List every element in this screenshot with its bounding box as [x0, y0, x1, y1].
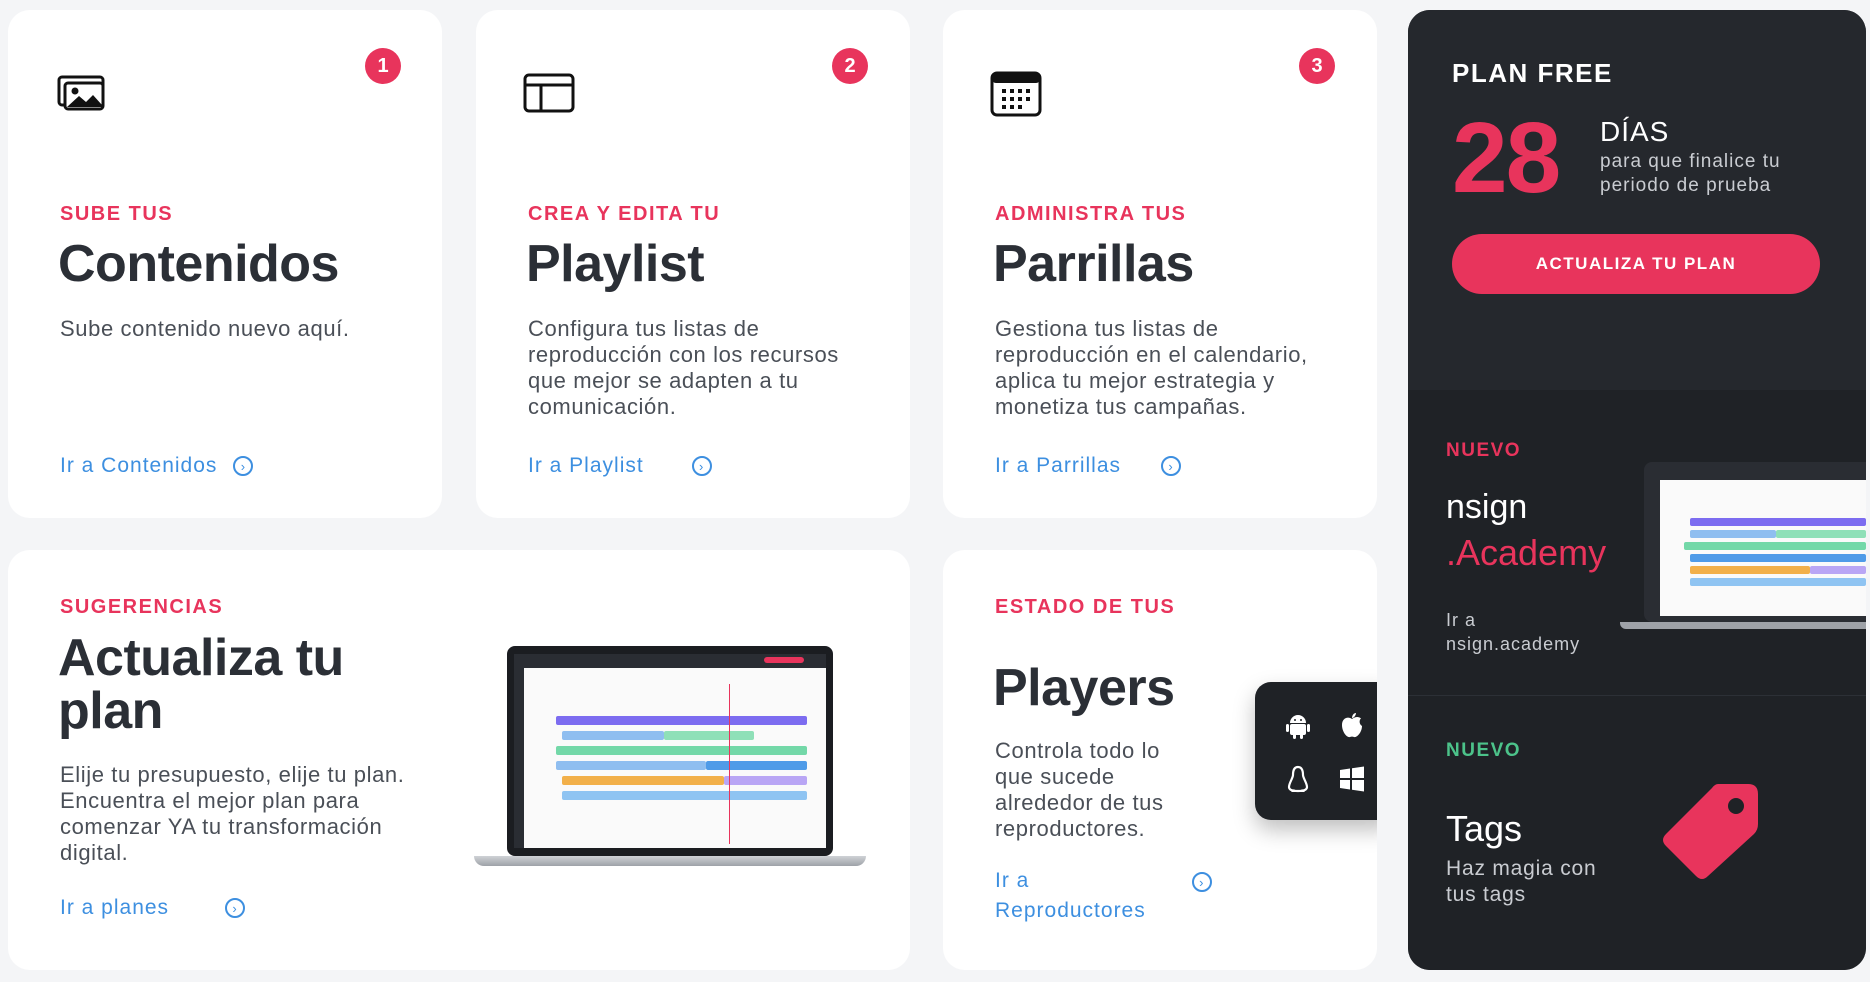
step-badge: 3: [1299, 48, 1335, 84]
title-line: plan: [58, 682, 163, 741]
link-label[interactable]: Ir a Reproductores: [995, 866, 1146, 926]
days-label: DÍAS: [1600, 116, 1670, 147]
card-title: Contenidos: [58, 235, 339, 293]
laptop-screen: [1644, 462, 1866, 622]
parrillas-card: 3 ADMINISTRA TUS Parrillas Gestiona tus …: [943, 10, 1377, 518]
playlist-card: 2 CREA Y EDITA TU Playlist Configura tus…: [476, 10, 910, 518]
go-playlist-link[interactable]: Ir a Playlist ›: [528, 454, 712, 478]
laptop-illustration: [474, 646, 866, 876]
go-contenidos-link[interactable]: Ir a Contenidos ›: [60, 454, 254, 478]
plan-section: PLAN FREE 28 DÍAS para que finalice tu p…: [1408, 10, 1866, 390]
card-description: Sube contenido nuevo aquí.: [60, 316, 350, 341]
card-title: Players: [993, 659, 1175, 717]
upgrade-plan-button[interactable]: ACTUALIZA TU PLAN: [1452, 234, 1820, 294]
app-preview: [1660, 470, 1866, 616]
card-title: Playlist: [526, 235, 705, 293]
step-badge: 1: [365, 48, 401, 84]
chevron-right-icon[interactable]: ›: [691, 456, 712, 476]
card-eyebrow: ESTADO DE TUS: [995, 596, 1176, 618]
card-eyebrow: ADMINISTRA TUS: [995, 203, 1187, 225]
card-description: Controla todo lo que sucede alrededor de…: [995, 738, 1164, 841]
link-label[interactable]: Ir a Parrillas: [995, 454, 1121, 478]
laptop-base: [1620, 622, 1866, 629]
title-line: Actualiza tu: [58, 629, 344, 687]
link-line[interactable]: nsign.academy: [1446, 632, 1580, 656]
chevron-right-icon[interactable]: ›: [233, 456, 254, 476]
card-eyebrow: SUBE TUS: [60, 203, 174, 225]
card-description: Elije tu presupuesto, elije tu plan. Enc…: [60, 762, 405, 865]
go-planes-link[interactable]: Ir a planes ›: [60, 896, 246, 920]
link-label[interactable]: Ir a planes: [60, 896, 169, 920]
card-title: Actualiza tu plan: [58, 629, 344, 741]
tags-section[interactable]: NUEVO Tags Haz magia con tus tags: [1408, 695, 1866, 970]
link-label[interactable]: Ir a Contenidos: [60, 454, 217, 478]
plan-label: PLAN FREE: [1452, 58, 1613, 88]
go-reproductores-link[interactable]: Ir a Reproductores ›: [995, 866, 1212, 926]
card-eyebrow: SUGERENCIAS: [60, 596, 224, 618]
academy-section[interactable]: NUEVO nsign .Academy Ir a nsign.academy: [1408, 390, 1866, 690]
link-line[interactable]: Ir a: [995, 869, 1029, 892]
apple-icon: [1342, 713, 1362, 738]
card-title: Parrillas: [993, 235, 1194, 293]
contenidos-card: 1 SUBE TUS Contenidos Sube contenido nue…: [8, 10, 442, 518]
windows-icon: [1340, 766, 1364, 792]
image-gallery-icon: [53, 65, 109, 121]
chevron-right-icon[interactable]: ›: [225, 898, 246, 918]
new-badge: NUEVO: [1446, 440, 1522, 461]
laptop-base: [474, 856, 866, 866]
academy-brand-top: nsign: [1446, 488, 1528, 526]
link-line[interactable]: Ir a: [1446, 608, 1580, 632]
app-preview: [514, 654, 826, 848]
suggestions-card: SUGERENCIAS Actualiza tu plan Elije tu p…: [8, 550, 910, 970]
step-badge: 2: [832, 48, 868, 84]
card-description: Gestiona tus listas de reproducción en e…: [995, 316, 1308, 419]
academy-brand-bottom: .Academy: [1446, 532, 1607, 573]
chevron-right-icon[interactable]: ›: [1161, 456, 1182, 476]
go-parrillas-link[interactable]: Ir a Parrillas ›: [995, 454, 1182, 478]
days-description: para que finalice tu periodo de prueba: [1600, 151, 1781, 196]
right-panel: PLAN FREE 28 DÍAS para que finalice tu p…: [1408, 10, 1866, 970]
card-eyebrow: CREA Y EDITA TU: [528, 203, 721, 225]
academy-link[interactable]: Ir a nsign.academy: [1446, 608, 1580, 656]
linux-icon: [1287, 765, 1309, 793]
laptop-screen: [507, 646, 833, 856]
os-icons-box: [1255, 682, 1377, 820]
layout-icon: [521, 65, 577, 121]
days-number: 28: [1452, 102, 1561, 214]
new-badge: NUEVO: [1446, 740, 1522, 761]
academy-laptop-illustration: [1620, 462, 1866, 632]
link-label[interactable]: Ir a Playlist: [528, 454, 644, 478]
tags-title: Tags: [1446, 808, 1523, 849]
android-icon: [1286, 715, 1310, 739]
calendar-icon: [988, 65, 1044, 121]
chevron-right-icon[interactable]: ›: [1191, 872, 1212, 892]
tag-icon: [1663, 784, 1758, 879]
link-line[interactable]: Reproductores: [995, 899, 1146, 922]
card-description: Configura tus listas de reproducción con…: [528, 316, 839, 419]
tags-description: Haz magia con tus tags: [1446, 857, 1597, 906]
players-card: ESTADO DE TUS Players Controla todo lo q…: [943, 550, 1377, 970]
